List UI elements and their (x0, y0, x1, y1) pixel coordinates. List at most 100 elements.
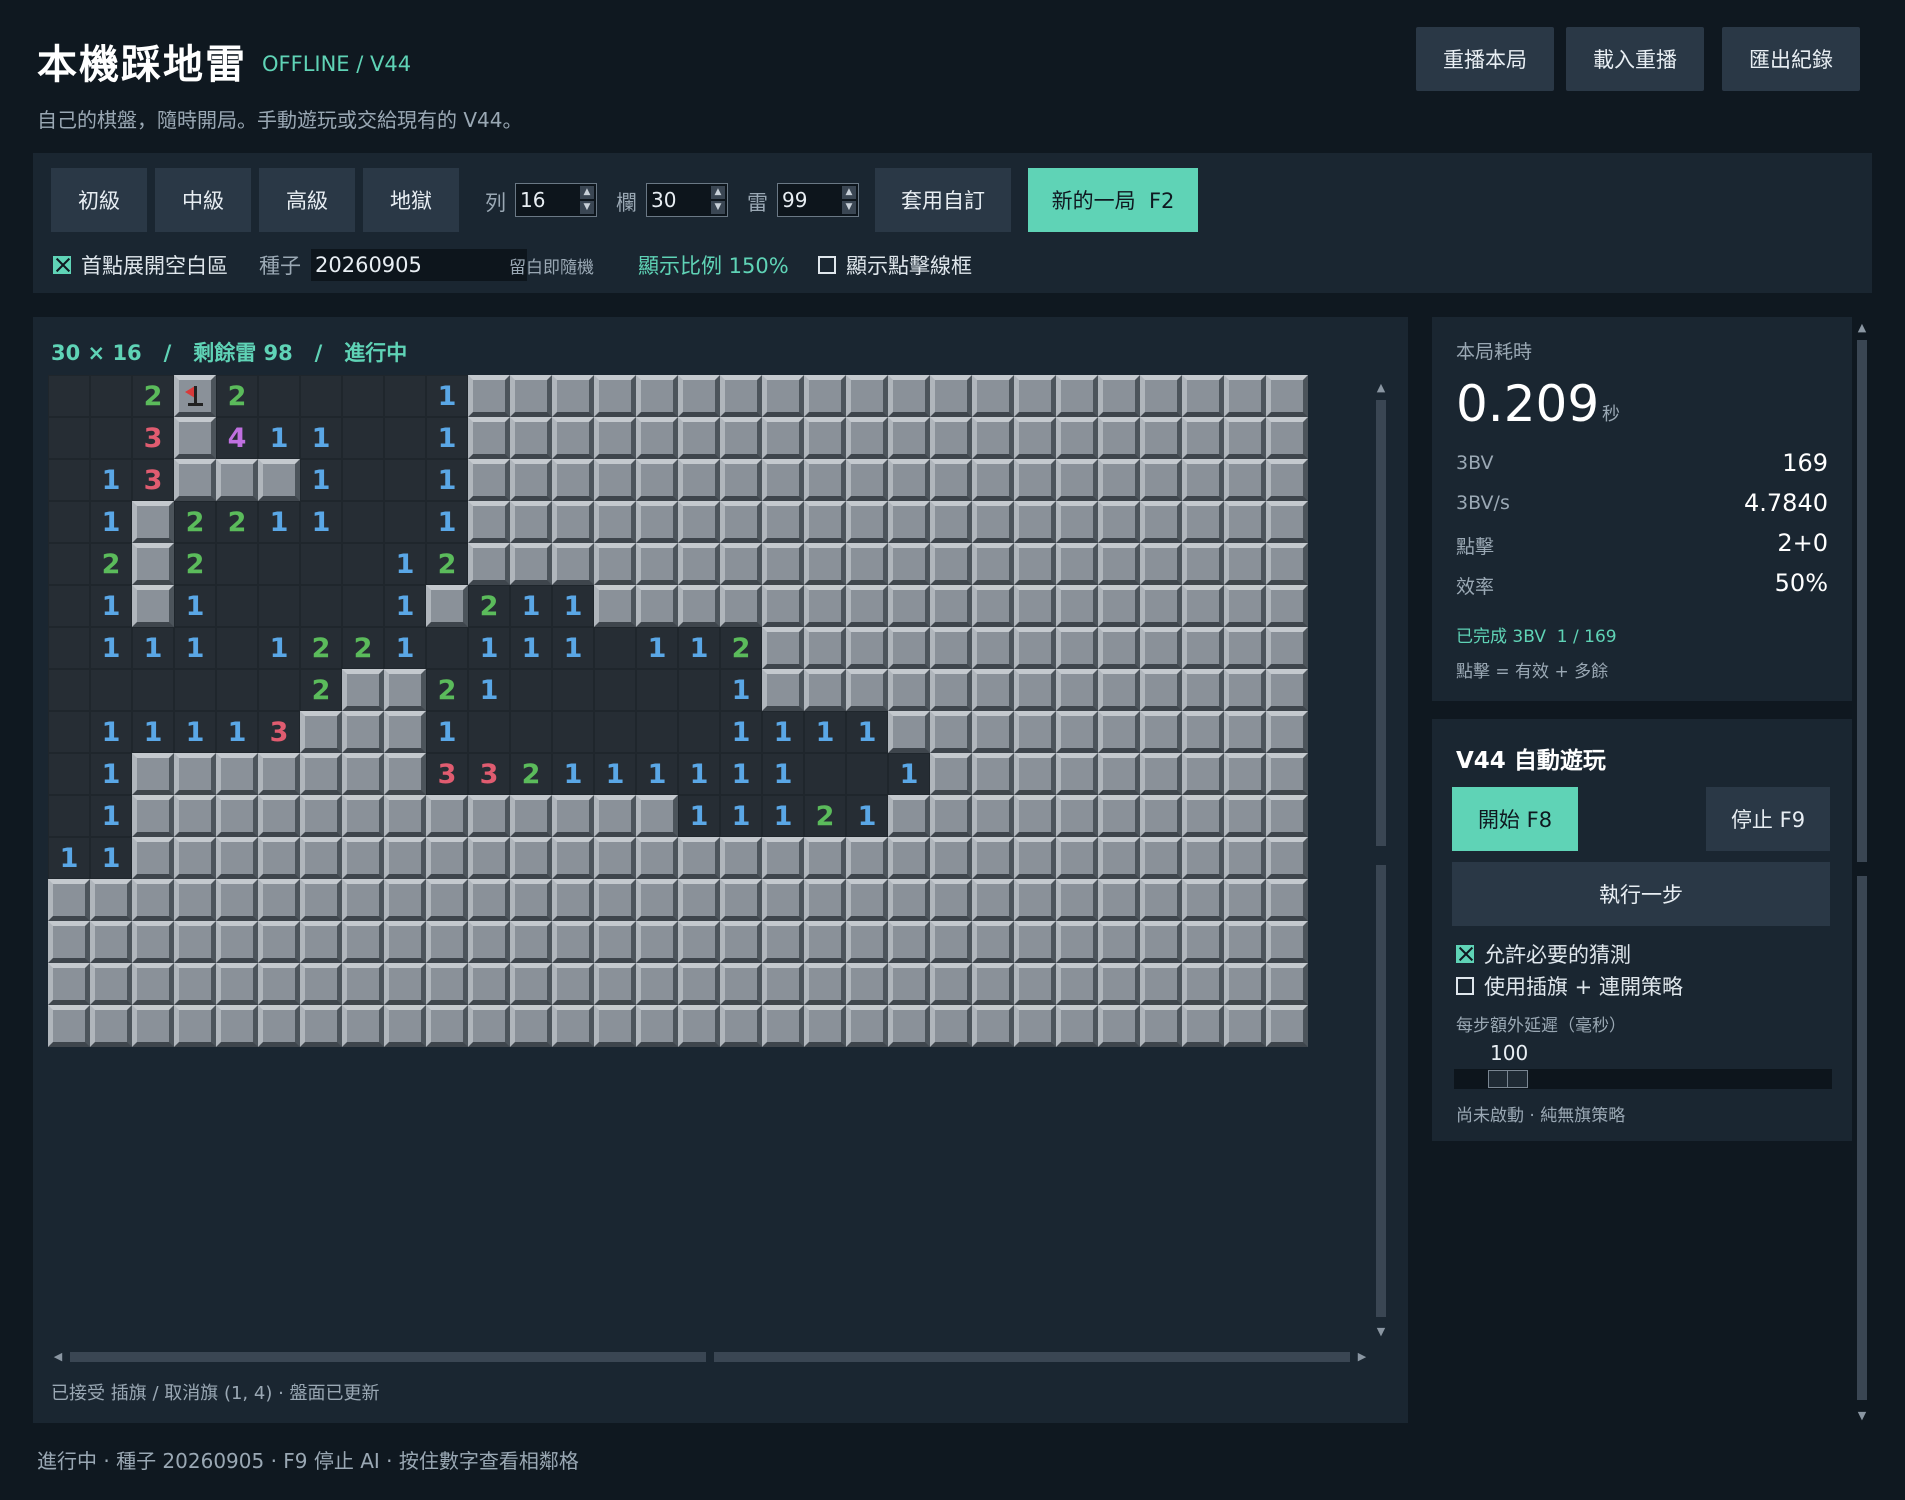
covered-cell[interactable] (888, 585, 930, 627)
covered-cell[interactable] (1266, 753, 1308, 795)
covered-cell[interactable] (1182, 711, 1224, 753)
covered-cell[interactable] (384, 963, 426, 1005)
number-cell[interactable]: 1 (300, 501, 342, 543)
open-cell[interactable] (342, 543, 384, 585)
show-grid-option[interactable]: 顯示點擊線框 (818, 248, 972, 282)
covered-cell[interactable] (48, 879, 90, 921)
covered-cell[interactable] (678, 963, 720, 1005)
covered-cell[interactable] (1182, 417, 1224, 459)
covered-cell[interactable] (1056, 711, 1098, 753)
covered-cell[interactable] (636, 543, 678, 585)
covered-cell[interactable] (804, 585, 846, 627)
covered-cell[interactable] (1056, 795, 1098, 837)
number-cell[interactable]: 1 (720, 711, 762, 753)
covered-cell[interactable] (1014, 879, 1056, 921)
covered-cell[interactable] (552, 795, 594, 837)
covered-cell[interactable] (1014, 459, 1056, 501)
covered-cell[interactable] (342, 879, 384, 921)
covered-cell[interactable] (384, 711, 426, 753)
covered-cell[interactable] (678, 501, 720, 543)
new-game-button[interactable]: 新的一局 F2 (1028, 168, 1198, 232)
covered-cell[interactable] (1182, 1005, 1224, 1047)
number-cell[interactable]: 1 (678, 627, 720, 669)
number-cell[interactable]: 2 (426, 669, 468, 711)
covered-cell[interactable] (1266, 375, 1308, 417)
open-cell[interactable] (342, 417, 384, 459)
covered-cell[interactable] (552, 543, 594, 585)
covered-cell[interactable] (636, 417, 678, 459)
covered-cell[interactable] (468, 921, 510, 963)
number-cell[interactable]: 2 (300, 627, 342, 669)
covered-cell[interactable] (174, 417, 216, 459)
covered-cell[interactable] (804, 627, 846, 669)
flag-strategy-checkbox[interactable] (1456, 977, 1474, 995)
covered-cell[interactable] (972, 543, 1014, 585)
covered-cell[interactable] (720, 963, 762, 1005)
covered-cell[interactable] (216, 879, 258, 921)
covered-cell[interactable] (1224, 753, 1266, 795)
covered-cell[interactable] (972, 459, 1014, 501)
covered-cell[interactable] (1056, 627, 1098, 669)
number-cell[interactable]: 2 (216, 375, 258, 417)
number-cell[interactable]: 1 (258, 627, 300, 669)
open-cell[interactable] (342, 585, 384, 627)
mines-stepper[interactable]: 99 ▲ ▼ (777, 183, 859, 217)
covered-cell[interactable] (216, 459, 258, 501)
covered-cell[interactable] (888, 963, 930, 1005)
number-cell[interactable]: 2 (132, 375, 174, 417)
number-cell[interactable]: 1 (90, 501, 132, 543)
covered-cell[interactable] (216, 1005, 258, 1047)
covered-cell[interactable] (1140, 963, 1182, 1005)
covered-cell[interactable] (426, 879, 468, 921)
covered-cell[interactable] (342, 921, 384, 963)
covered-cell[interactable] (1140, 1005, 1182, 1047)
first-click-option[interactable]: 首點展開空白區 (53, 248, 228, 282)
ai-start-button[interactable]: 開始 F8 (1452, 787, 1578, 851)
covered-cell[interactable] (804, 669, 846, 711)
number-cell[interactable]: 3 (132, 459, 174, 501)
covered-cell[interactable] (132, 879, 174, 921)
covered-cell[interactable] (846, 543, 888, 585)
covered-cell[interactable] (258, 795, 300, 837)
covered-cell[interactable] (1056, 501, 1098, 543)
covered-cell[interactable] (762, 879, 804, 921)
open-cell[interactable] (804, 753, 846, 795)
covered-cell[interactable] (1014, 375, 1056, 417)
covered-cell[interactable] (888, 627, 930, 669)
covered-cell[interactable] (1224, 501, 1266, 543)
number-cell[interactable]: 1 (804, 711, 846, 753)
covered-cell[interactable] (216, 921, 258, 963)
covered-cell[interactable] (132, 795, 174, 837)
covered-cell[interactable] (888, 417, 930, 459)
scroll-up-icon[interactable]: ▲ (1373, 380, 1389, 396)
open-cell[interactable] (216, 543, 258, 585)
covered-cell[interactable] (1182, 459, 1224, 501)
covered-cell[interactable] (594, 417, 636, 459)
number-cell[interactable]: 2 (216, 501, 258, 543)
scroll-thumb-upper[interactable] (1376, 400, 1386, 846)
mines-stepper-arrows[interactable]: ▲ ▼ (842, 186, 856, 214)
covered-cell[interactable] (1140, 669, 1182, 711)
covered-cell[interactable] (1140, 459, 1182, 501)
covered-cell[interactable] (1014, 669, 1056, 711)
covered-cell[interactable] (510, 837, 552, 879)
covered-cell[interactable] (1014, 711, 1056, 753)
covered-cell[interactable] (468, 501, 510, 543)
load-replay-button[interactable]: 載入重播 (1566, 27, 1704, 91)
open-cell[interactable] (384, 375, 426, 417)
covered-cell[interactable] (1140, 837, 1182, 879)
covered-cell[interactable] (426, 585, 468, 627)
covered-cell[interactable] (762, 627, 804, 669)
number-cell[interactable]: 2 (174, 543, 216, 585)
covered-cell[interactable] (930, 879, 972, 921)
number-cell[interactable]: 2 (468, 585, 510, 627)
covered-cell[interactable] (636, 501, 678, 543)
number-cell[interactable]: 1 (594, 753, 636, 795)
covered-cell[interactable] (48, 921, 90, 963)
allow-guess-option[interactable]: 允許必要的猜測 (1456, 939, 1631, 969)
covered-cell[interactable] (846, 417, 888, 459)
covered-cell[interactable] (762, 543, 804, 585)
covered-cell[interactable] (594, 585, 636, 627)
number-cell[interactable]: 1 (90, 459, 132, 501)
covered-cell[interactable] (930, 585, 972, 627)
